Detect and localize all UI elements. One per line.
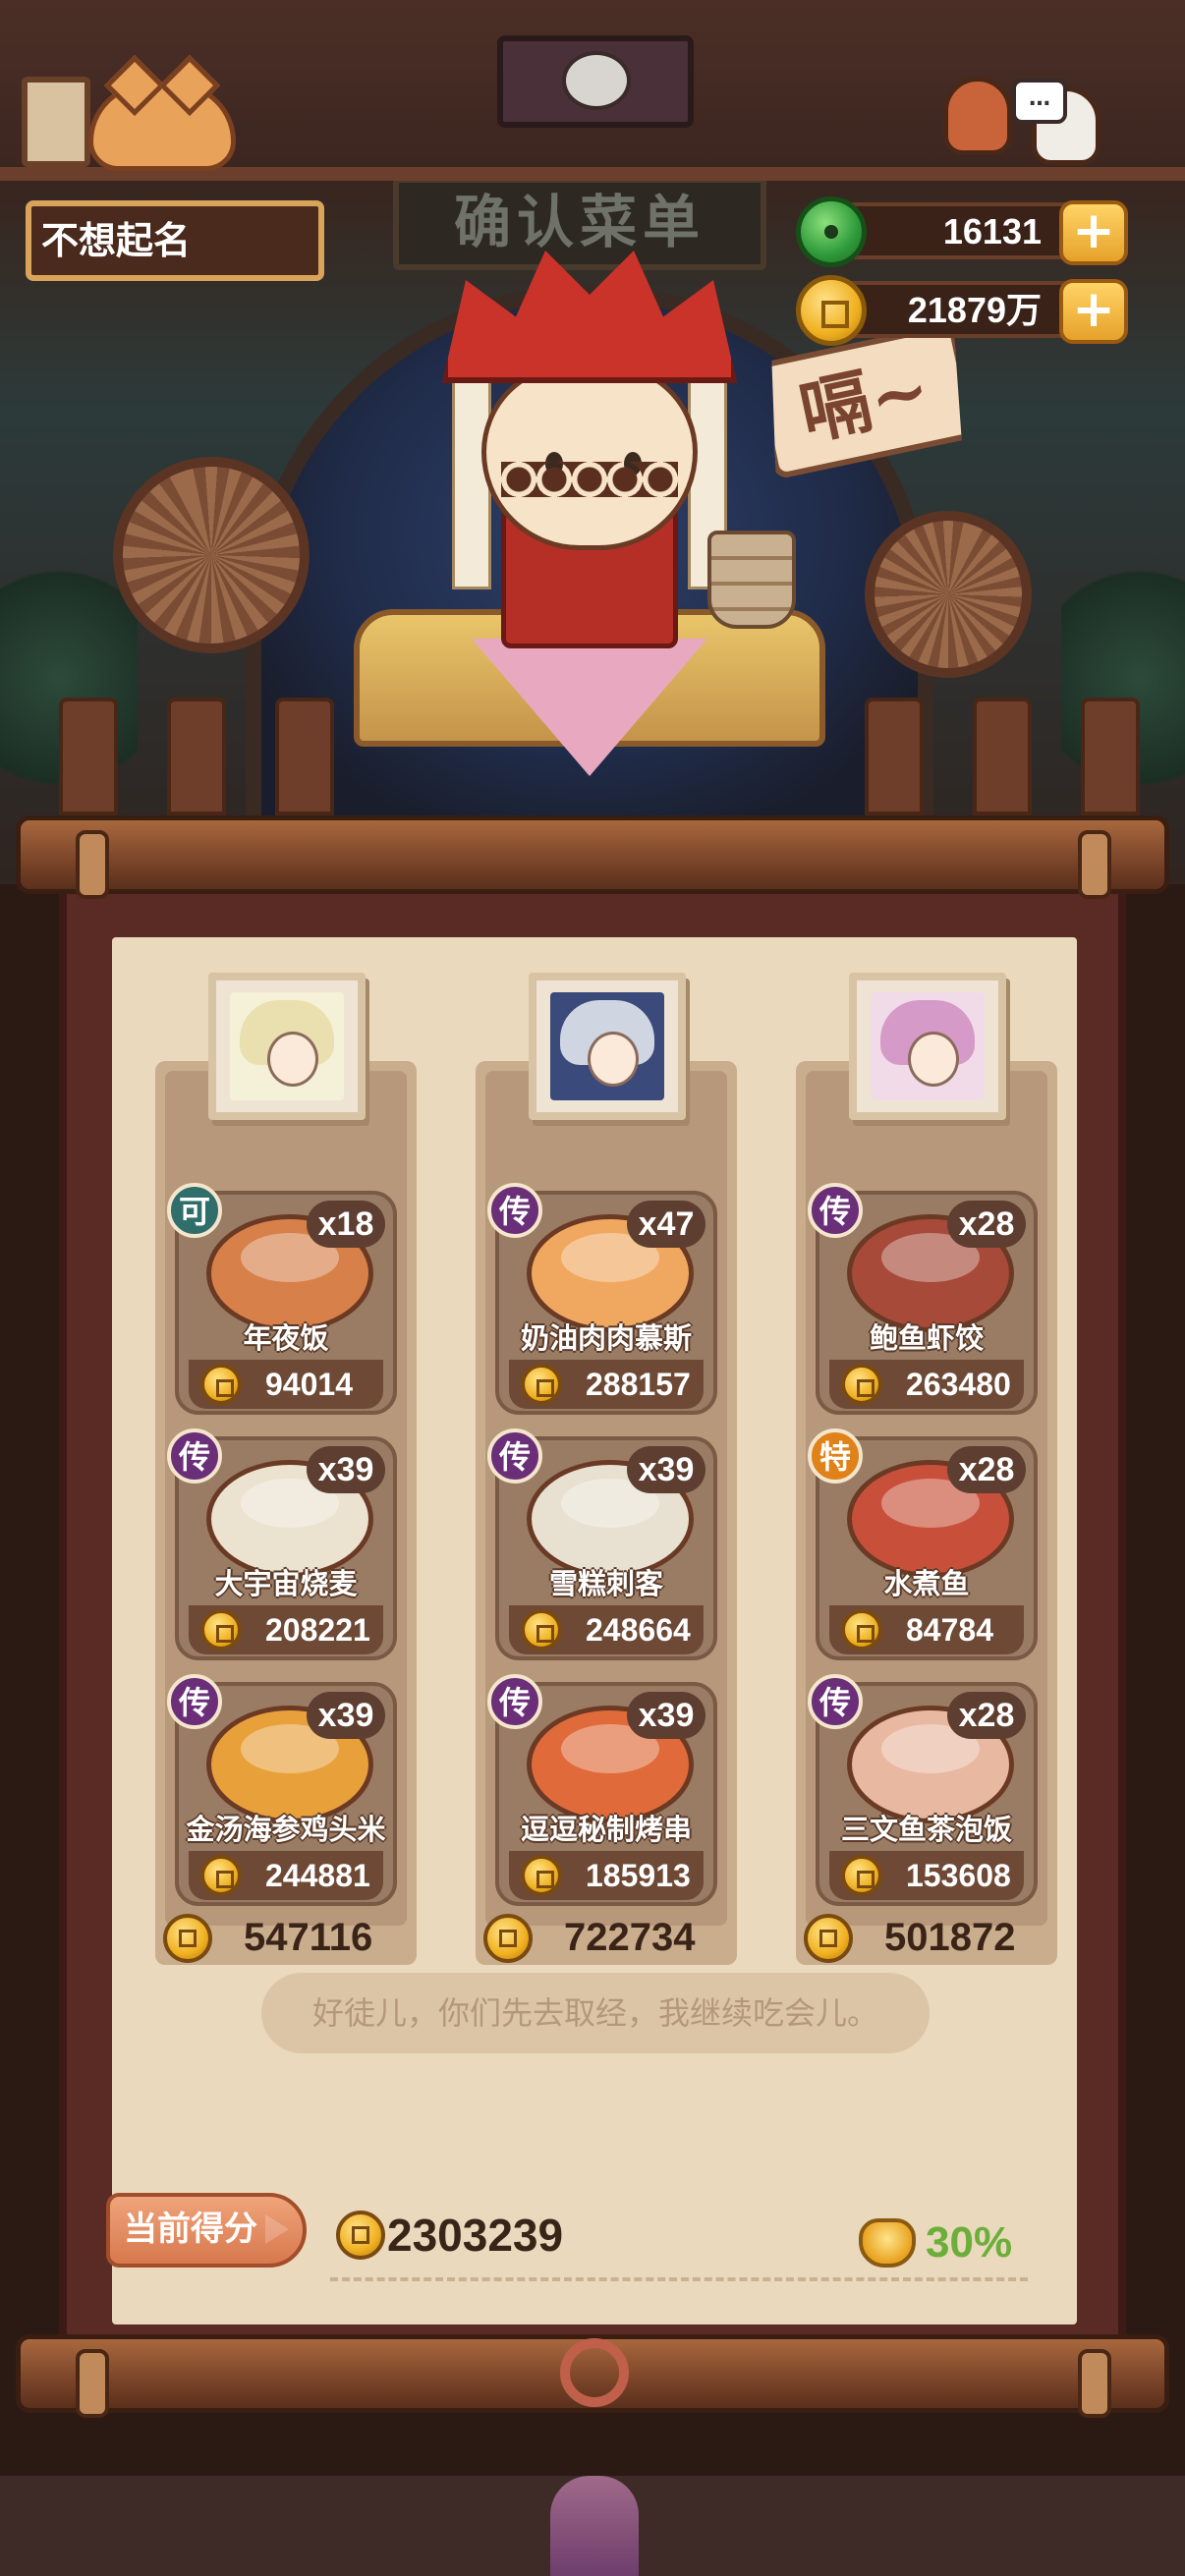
- coin-icon: [336, 2211, 385, 2260]
- dish-price: 185913: [586, 1858, 691, 1893]
- rarity-badge: 传: [487, 1183, 542, 1238]
- coin-icon: [200, 1609, 242, 1651]
- dish-count: x28: [947, 1201, 1026, 1248]
- dish-card[interactable]: x39 雪糕刺客 248664 传: [487, 1428, 717, 1660]
- dashed-divider: [330, 2277, 1028, 2281]
- dish-name: 鲍鱼虾饺: [869, 1321, 984, 1355]
- coin-icon: [521, 1364, 562, 1405]
- coin-icon: [841, 1609, 882, 1651]
- rarity-badge: 传: [487, 1674, 542, 1729]
- current-score-label: 当前得分: [106, 2193, 307, 2268]
- gold-currency-bar: 21879万 +: [796, 275, 1128, 346]
- jade-amount: 16131: [942, 211, 1042, 252]
- rarity-badge: 传: [808, 1183, 863, 1238]
- dish-price: 248664: [586, 1612, 691, 1648]
- rarity-badge: 特: [808, 1428, 863, 1484]
- coin-icon: [200, 1855, 242, 1896]
- boy-avatar: [943, 77, 1012, 155]
- dish-price: 84784: [906, 1612, 993, 1648]
- raccoon-banner[interactable]: [497, 35, 694, 128]
- column-total-value: 722734: [564, 1916, 696, 1959]
- dish-card[interactable]: x47 奶油肉肉慕斯 288157 传: [487, 1183, 717, 1415]
- character-portrait-white-hair[interactable]: [208, 973, 366, 1120]
- dish-price: 153608: [906, 1858, 1011, 1893]
- scroll-top-roller: [16, 815, 1169, 899]
- paw-frame-icon[interactable]: [22, 77, 90, 167]
- dish-card[interactable]: x28 三文鱼茶泡饭 153608 传: [808, 1674, 1038, 1906]
- coin-icon: [521, 1609, 562, 1651]
- rarity-badge: 传: [808, 1674, 863, 1729]
- dish-name: 逗逗秘制烤串: [520, 1813, 692, 1846]
- column-total: 722734: [483, 1910, 739, 1965]
- dish-price: 208221: [265, 1612, 370, 1648]
- add-jade-button[interactable]: +: [1059, 200, 1128, 265]
- crown-icon: [442, 251, 737, 383]
- bonus-bowl-icon: [859, 2218, 916, 2268]
- dish-count: x28: [947, 1692, 1026, 1739]
- prayer-beads: [501, 462, 678, 497]
- dish-price: 263480: [906, 1367, 1011, 1402]
- raccoon-icon: [562, 51, 631, 110]
- coin-icon: [841, 1364, 882, 1405]
- dish-count: x39: [307, 1692, 385, 1739]
- character-face: [481, 364, 698, 550]
- coin-icon: [804, 1914, 853, 1963]
- coin-icon: [163, 1914, 212, 1963]
- column-total-value: 501872: [884, 1916, 1016, 1959]
- chat-bubble-icon[interactable]: …: [1012, 79, 1067, 124]
- dish-name: 大宇宙烧麦: [214, 1567, 358, 1600]
- character-portrait-silver-hair[interactable]: [529, 973, 686, 1120]
- rarity-badge: 可: [167, 1183, 222, 1238]
- dish-card[interactable]: x39 金汤海参鸡头米 244881 传: [167, 1674, 397, 1906]
- dish-count: x47: [627, 1201, 705, 1248]
- gold-coin-icon: [796, 275, 867, 346]
- rarity-badge: 传: [167, 1674, 222, 1729]
- tassel-ornament: [531, 2319, 658, 2576]
- cat-mascot-icon[interactable]: [88, 83, 236, 171]
- player-name-plate[interactable]: 不想起名: [26, 200, 324, 281]
- dish-card[interactable]: x18 年夜饭 94014 可: [167, 1183, 397, 1415]
- coin-icon: [483, 1914, 533, 1963]
- gold-amount: 21879万: [907, 290, 1042, 330]
- dish-card[interactable]: x39 逗逗秘制烤串 185913 传: [487, 1674, 717, 1906]
- dish-name: 奶油肉肉慕斯: [520, 1321, 692, 1355]
- dish-count: x39: [627, 1692, 705, 1739]
- dish-card[interactable]: x28 水煮鱼 84784 特: [808, 1428, 1038, 1660]
- jade-currency-bar: 16131 +: [796, 196, 1128, 267]
- stacked-bowls-icon: [707, 531, 796, 629]
- dish-name: 年夜饭: [243, 1321, 329, 1355]
- dish-name: 三文鱼茶泡饭: [840, 1813, 1012, 1846]
- add-gold-button[interactable]: +: [1059, 279, 1128, 344]
- character-portrait-pink-hair[interactable]: [849, 973, 1006, 1120]
- rarity-badge: 传: [487, 1428, 542, 1484]
- master-quote: 好徒儿，你们先去取经，我继续吃会儿。: [261, 1973, 930, 2053]
- dish-name: 水煮鱼: [883, 1567, 970, 1600]
- column-total-value: 547116: [244, 1916, 373, 1959]
- dish-price: 94014: [265, 1367, 353, 1402]
- column-total: 547116: [163, 1910, 419, 1965]
- dish-count: x39: [307, 1446, 385, 1493]
- current-score-value: 2303239: [387, 2210, 564, 2261]
- current-score-text: 当前得分: [124, 2210, 257, 2249]
- bonus-percent: 30%: [926, 2218, 1013, 2267]
- monk-character: [354, 236, 825, 786]
- coin-icon: [200, 1364, 242, 1405]
- arrow-right-icon: [265, 2214, 289, 2244]
- dish-count: x39: [627, 1446, 705, 1493]
- dish-name: 金汤海参鸡头米: [186, 1813, 386, 1846]
- dish-price: 288157: [586, 1367, 691, 1402]
- dish-card[interactable]: x39 大宇宙烧麦 208221 传: [167, 1428, 397, 1660]
- coin-icon: [521, 1855, 562, 1896]
- rarity-badge: 传: [167, 1428, 222, 1484]
- dish-count: x28: [947, 1446, 1026, 1493]
- dish-price: 244881: [265, 1858, 370, 1893]
- dish-card[interactable]: x28 鲍鱼虾饺 263480 传: [808, 1183, 1038, 1415]
- jade-icon: [796, 196, 867, 267]
- dish-name: 雪糕刺客: [548, 1567, 663, 1600]
- column-total: 501872: [804, 1910, 1059, 1965]
- dish-count: x18: [307, 1201, 385, 1248]
- coin-icon: [841, 1855, 882, 1896]
